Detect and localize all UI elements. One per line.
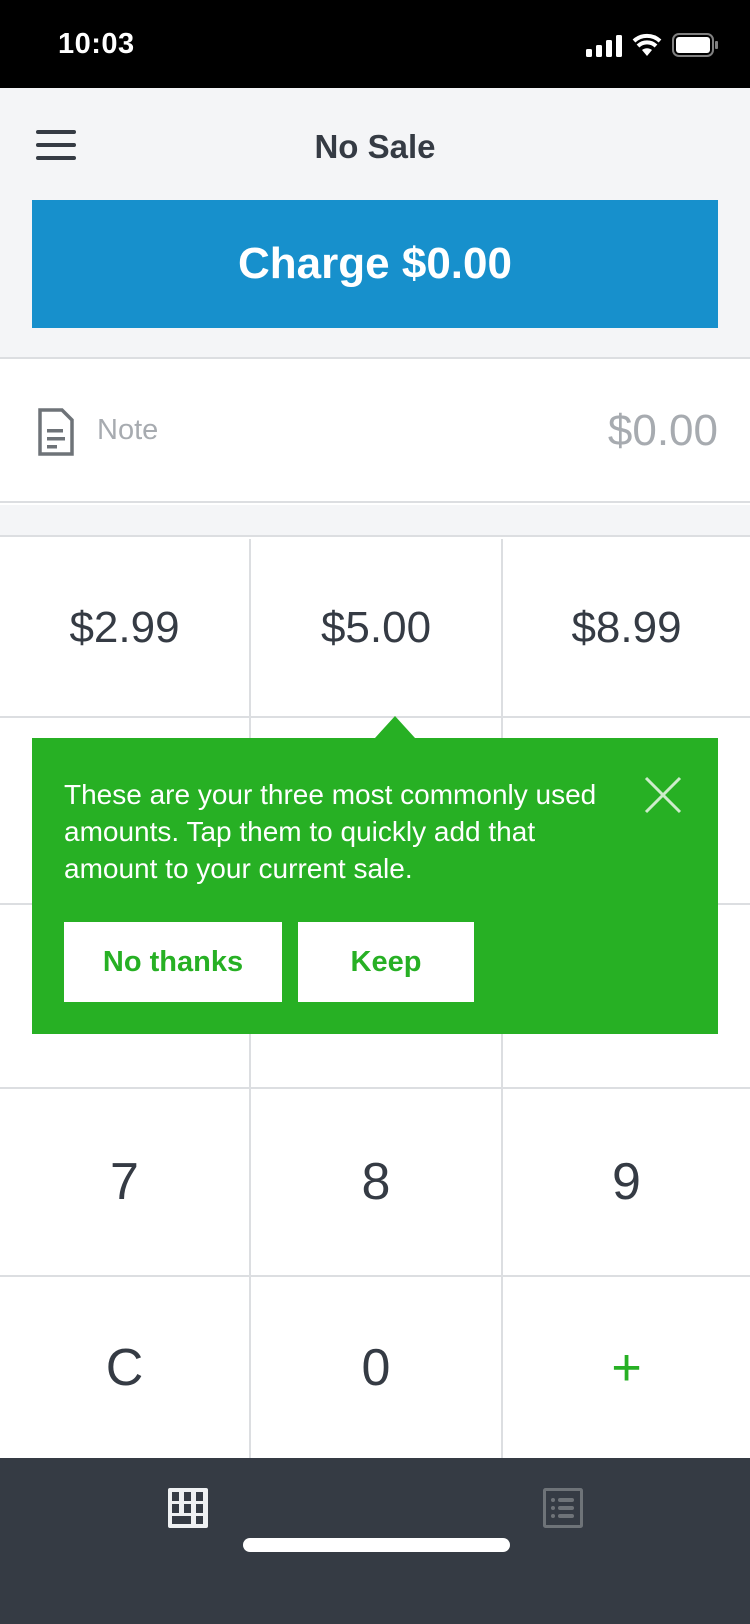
battery-icon bbox=[672, 33, 718, 57]
note-document-icon bbox=[38, 408, 74, 456]
keypad-key-8[interactable]: 8 bbox=[251, 1089, 503, 1277]
quick-amount-key[interactable]: $2.99 bbox=[0, 539, 251, 718]
keypad-key-7[interactable]: 7 bbox=[0, 1089, 251, 1277]
keypad-key-0[interactable]: 0 bbox=[251, 1277, 503, 1458]
add-key[interactable]: + bbox=[503, 1277, 750, 1458]
quick-amount-key[interactable]: $5.00 bbox=[251, 539, 503, 718]
no-thanks-button[interactable]: No thanks bbox=[64, 922, 282, 1002]
keypad-key-9[interactable]: 9 bbox=[503, 1089, 750, 1277]
status-time: 10:03 bbox=[58, 28, 135, 60]
sale-amount: $0.00 bbox=[607, 406, 718, 455]
tooltip-arrow bbox=[375, 716, 415, 738]
home-indicator bbox=[243, 1538, 510, 1552]
keypad-icon[interactable] bbox=[168, 1488, 208, 1528]
wifi-icon bbox=[632, 33, 662, 56]
cellular-signal-icon bbox=[586, 35, 622, 57]
keep-button[interactable]: Keep bbox=[298, 922, 474, 1002]
library-list-icon[interactable] bbox=[543, 1488, 583, 1528]
charge-button[interactable]: Charge $0.00 bbox=[32, 200, 718, 328]
quick-amounts-tooltip: These are your three most commonly used … bbox=[32, 716, 718, 1034]
close-icon[interactable] bbox=[644, 776, 682, 814]
status-bar: 10:03 bbox=[0, 0, 750, 88]
quick-amount-key[interactable]: $8.99 bbox=[503, 539, 750, 718]
tooltip-text: These are your three most commonly used … bbox=[64, 779, 597, 884]
clear-key[interactable]: C bbox=[0, 1277, 251, 1458]
header: No Sale Charge $0.00 bbox=[0, 88, 750, 359]
divider-band bbox=[0, 505, 750, 537]
note-row[interactable]: Note $0.00 bbox=[0, 361, 750, 503]
note-input[interactable]: Note bbox=[97, 414, 158, 447]
page-title: No Sale bbox=[314, 128, 436, 165]
